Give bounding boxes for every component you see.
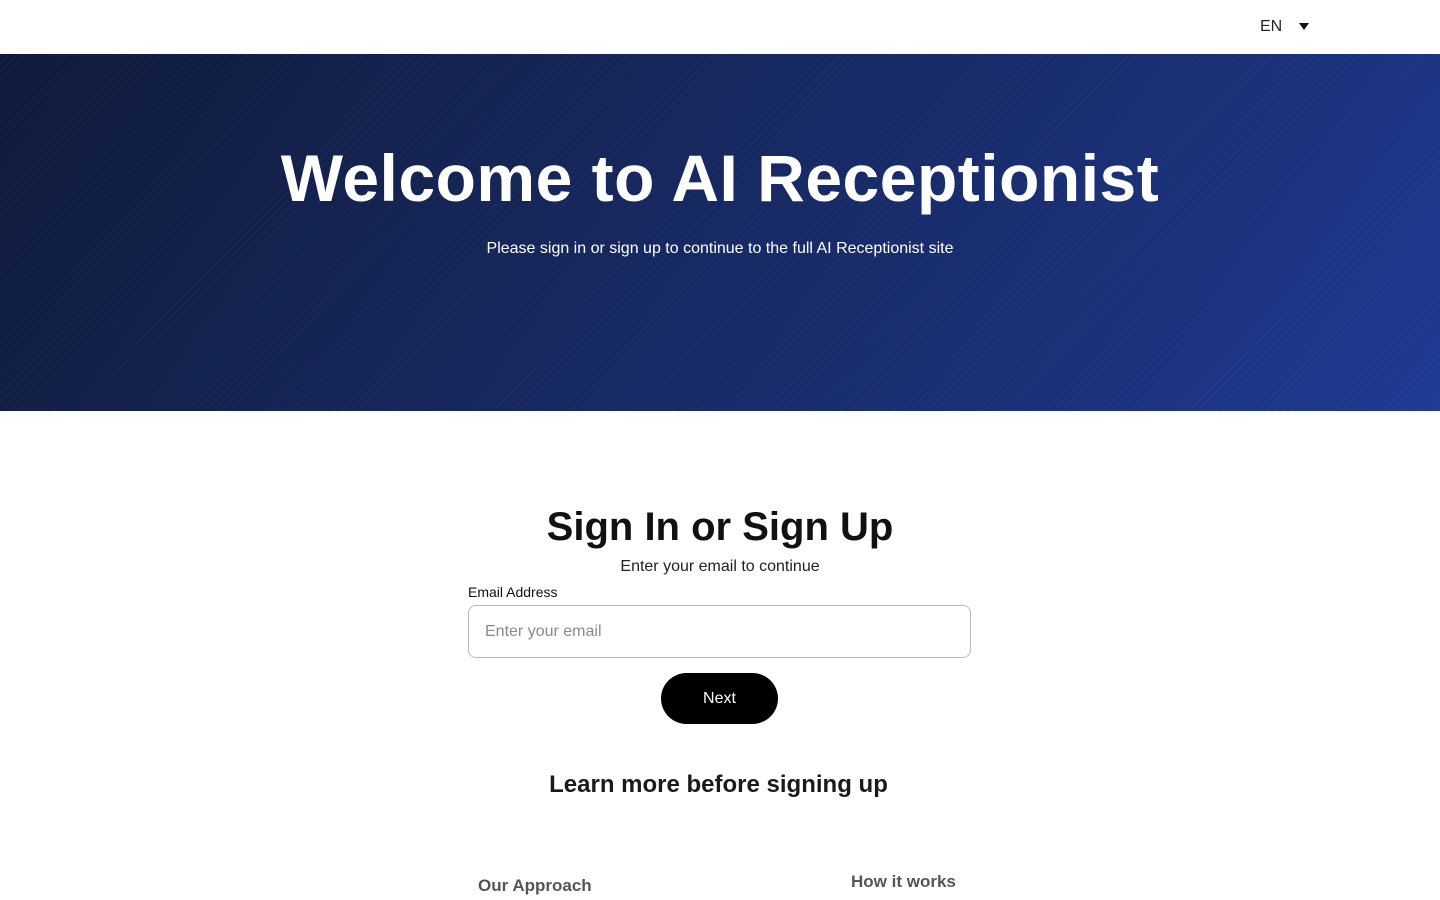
hero-subtitle: Please sign in or sign up to continue to… [486,240,954,257]
auth-heading: Sign In or Sign Up [546,505,894,549]
learn-more-heading: Learn more before signing up [549,771,888,798]
hero-banner: Welcome to AI Receptionist Please sign i… [0,54,1440,411]
caret-down-icon [1299,23,1309,30]
language-selected-label: EN [1260,18,1283,35]
next-button[interactable]: Next [661,673,778,724]
email-field[interactable] [468,605,971,658]
our-approach-link[interactable]: Our Approach [478,876,592,896]
auth-subheading: Enter your email to continue [620,558,820,575]
how-it-works-link[interactable]: How it works [851,872,956,892]
language-selector[interactable]: EN [1248,14,1318,40]
email-label: Email Address [468,584,558,600]
top-bar: EN [0,0,1440,54]
hero-title: Welcome to AI Receptionist [280,141,1160,215]
